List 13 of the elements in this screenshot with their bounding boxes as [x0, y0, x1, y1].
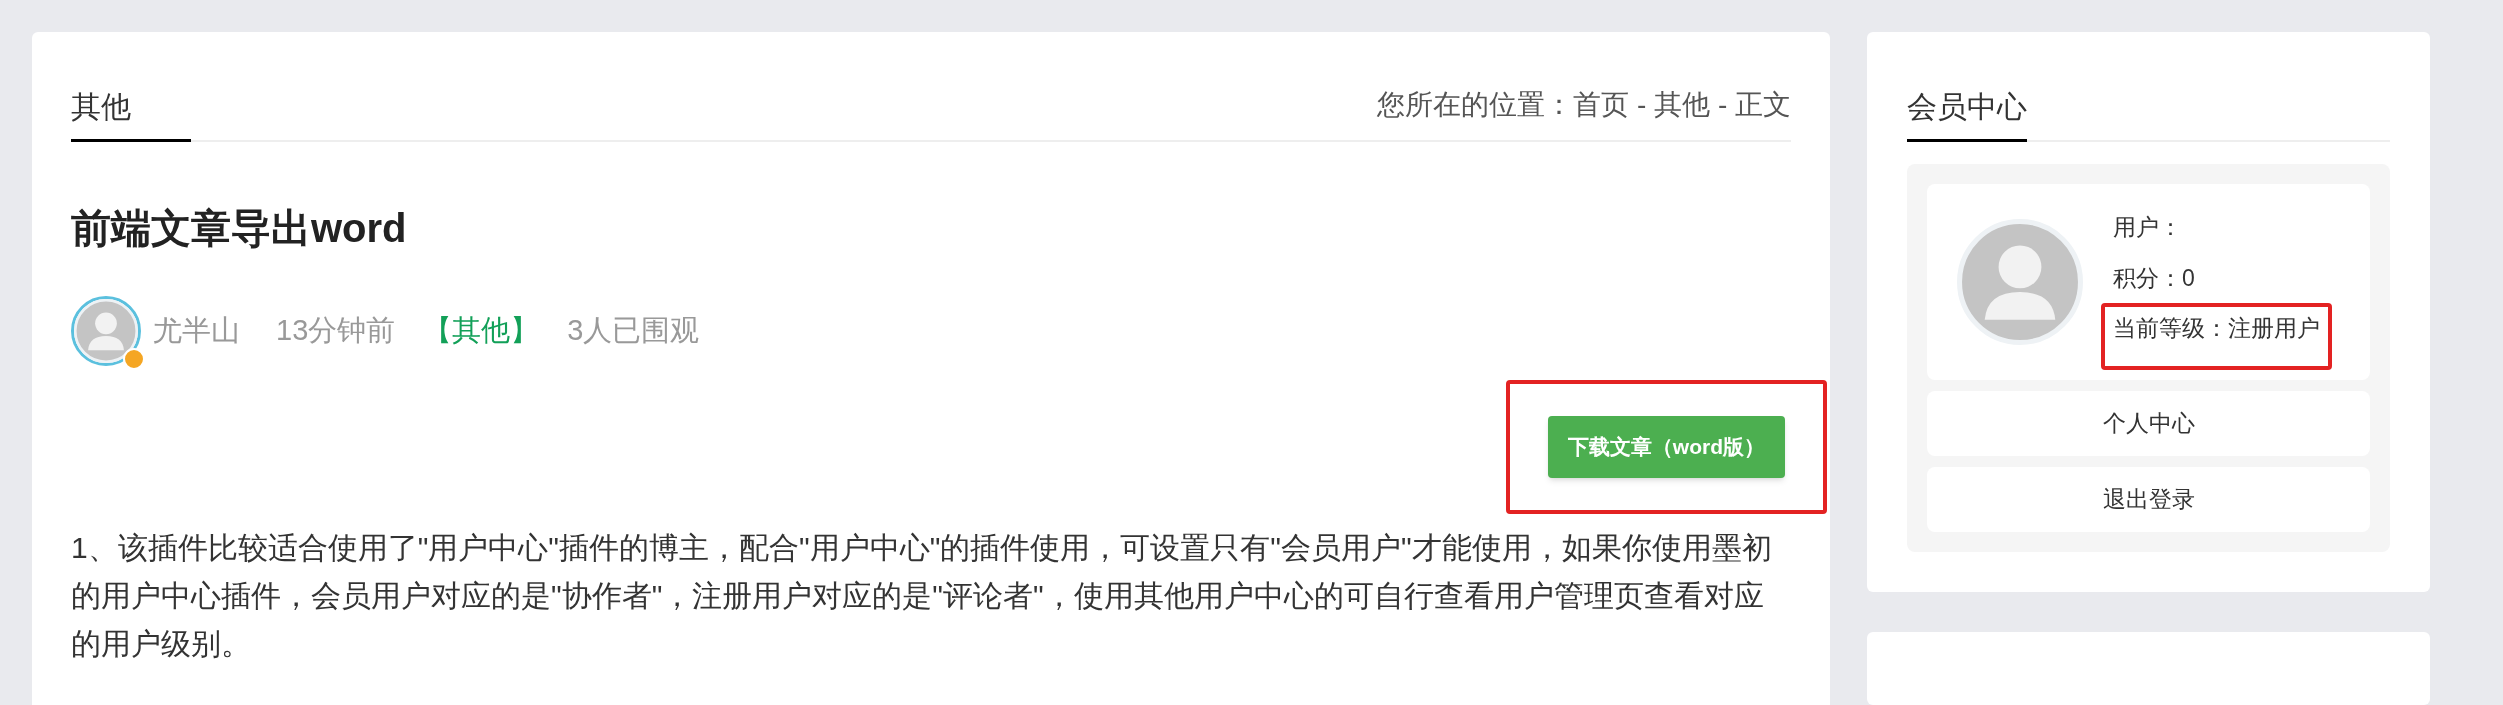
article-title: 前端文章导出word — [71, 205, 408, 252]
sidebar-button[interactable]: 个人中心 — [1927, 391, 2370, 456]
profile-field: 积分：0 — [2101, 252, 2332, 304]
profile-field: 用户： — [2101, 202, 2332, 253]
sidebar-title: 会员中心 — [1907, 84, 2027, 142]
article-paragraph: 1、该插件比较适合使用了"用户中心"插件的博主，配合"用户中心"的插件使用，可设置只有"会员用户"才能使用，如果你使用墨初的用户中心插件，会员用户对应的是"协作者"，注册用户对应的是"评论者"，使用其他用户中心的可自行查看用户管理页查看对应的用户级别。 — [71, 530, 1773, 662]
profile-field: 当前等级：注册用户 — [2101, 303, 2332, 370]
category-tab[interactable]: 其他 — [71, 84, 191, 142]
view-count: 3人已围观 — [567, 313, 700, 349]
sidebar-button[interactable]: 退出登录 — [1927, 467, 2370, 532]
post-time: 13分钟前 — [276, 313, 396, 349]
author-avatar — [74, 299, 138, 363]
breadcrumb: 您所在的位置：首页 - 其他 - 正文 — [1377, 88, 1791, 122]
